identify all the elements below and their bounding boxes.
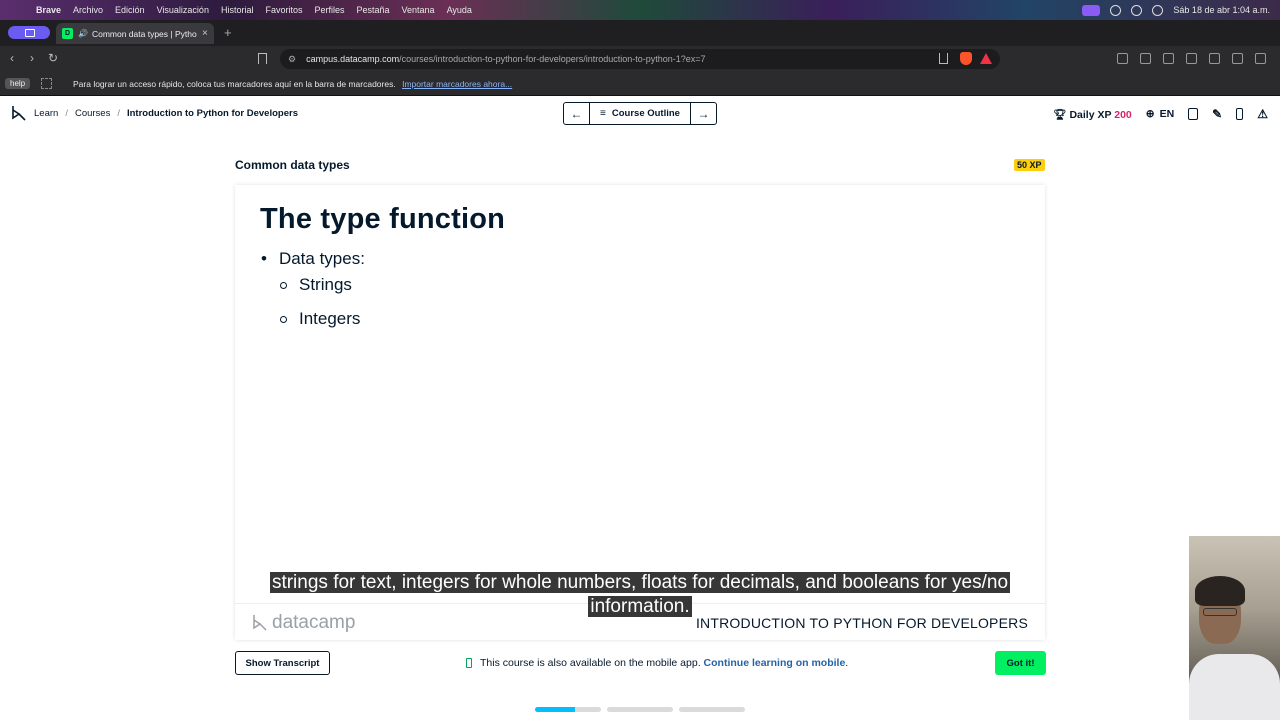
report-issue-icon[interactable]: ⚠ — [1257, 107, 1268, 121]
help-bookmark[interactable]: help — [5, 78, 31, 89]
import-bookmarks-link[interactable]: Importar marcadores ahora... — [402, 79, 512, 89]
mobile-app-message: This course is also available on the mob… — [466, 657, 848, 669]
course-outline-nav: ← ≡ Course Outline → — [563, 102, 717, 125]
speaker-icon[interactable]: 🔊 — [78, 29, 88, 38]
menubar-status: Sáb 18 de abr 1:04 a.m. — [1082, 0, 1270, 20]
menu-ayuda[interactable]: Ayuda — [447, 5, 472, 15]
webcam-overlay — [1189, 536, 1280, 720]
macos-menubar: Brave Archivo Edición Visualización Hist… — [0, 0, 1280, 20]
lesson-title: Common data types — [235, 158, 350, 172]
xp-badge: 50 XP — [1014, 159, 1045, 171]
list-icon: ≡ — [600, 108, 606, 119]
next-exercise-button[interactable]: → — [691, 103, 716, 124]
slide-heading: The type function — [260, 203, 506, 235]
language-label: EN — [1159, 108, 1175, 120]
address-bar[interactable]: ⚙ campus.datacamp.com/courses/introducti… — [280, 49, 1000, 69]
leo-ai-icon[interactable] — [1209, 53, 1220, 64]
edit-icon[interactable]: ✎ — [1212, 107, 1222, 121]
exercise-progress — [535, 707, 745, 712]
phone-icon — [466, 658, 472, 668]
sidebar-icon[interactable] — [1163, 53, 1174, 64]
media-icon[interactable] — [1140, 53, 1151, 64]
browser-tab-strip: D 🔊 Common data types | Pytho × + — [0, 20, 1280, 46]
progress-fill — [535, 707, 575, 712]
datacamp-header: Learn / Courses / Introduction to Python… — [0, 97, 1280, 131]
mobile-icon[interactable] — [1236, 108, 1244, 120]
vpn-icon[interactable] — [1232, 53, 1243, 64]
globe-icon: ⊕ — [1145, 108, 1155, 120]
slides-icon[interactable] — [1188, 108, 1199, 120]
progress-segment — [679, 707, 745, 712]
slide-bullet: • Data types: — [261, 249, 365, 268]
slide-subbullet: Strings — [280, 275, 352, 295]
screen-record-icon[interactable] — [1082, 4, 1101, 16]
share-icon[interactable] — [939, 53, 948, 64]
bookmarks-message: Para lograr un acceso rápido, coloca tus… — [73, 79, 513, 89]
wallet-icon[interactable] — [1117, 53, 1128, 64]
daily-xp[interactable]: 🏆︎ Daily XP 200 — [1053, 108, 1132, 121]
menu-perfiles[interactable]: Perfiles — [314, 5, 344, 15]
trophy-icon: 🏆︎ — [1053, 108, 1067, 121]
menu-ventana[interactable]: Ventana — [402, 5, 435, 15]
menu-historial[interactable]: Historial — [221, 5, 254, 15]
browser-tab-active[interactable]: D 🔊 Common data types | Pytho × — [56, 23, 214, 44]
brave-shields-icon[interactable] — [960, 52, 972, 65]
previous-exercise-button[interactable]: ← — [564, 103, 589, 124]
menubar-datetime[interactable]: Sáb 18 de abr 1:04 a.m. — [1173, 5, 1270, 15]
menu-icon[interactable] — [1255, 53, 1266, 64]
breadcrumb: Learn / Courses / Introduction to Python… — [34, 108, 298, 119]
back-icon[interactable]: ‹ — [10, 51, 14, 65]
siri-icon[interactable] — [1152, 4, 1164, 16]
course-outline-label: Course Outline — [611, 108, 680, 119]
video-subtitle: strings for text, integers for whole num… — [269, 572, 1011, 617]
slide-subbullet: Integers — [280, 309, 360, 329]
extensions-icon[interactable] — [1186, 53, 1197, 64]
progress-segment — [607, 707, 673, 712]
browser-navbar: ‹ › ↻ ⚙ campus.datacamp.com/courses/intr… — [0, 46, 1280, 72]
webcam-person-shirt — [1189, 654, 1280, 720]
continue-mobile-link[interactable]: Continue learning on mobile — [704, 657, 846, 669]
datacamp-logo-icon[interactable] — [10, 104, 28, 122]
menu-brave[interactable]: Brave — [36, 5, 61, 15]
browser-toolbar-right — [1117, 53, 1266, 64]
breadcrumb-learn[interactable]: Learn — [34, 108, 58, 119]
progress-segment — [535, 707, 601, 712]
breadcrumb-courses[interactable]: Courses — [75, 108, 110, 119]
sidebar-toggle-icon[interactable] — [8, 26, 50, 39]
bookmarks-bar: help Para lograr un acceso rápido, coloc… — [0, 72, 1280, 96]
webcam-person-glasses — [1203, 608, 1237, 616]
breadcrumb-separator: / — [117, 108, 120, 119]
close-tab-icon[interactable]: × — [202, 28, 208, 39]
url-text[interactable]: campus.datacamp.com/courses/introduction… — [306, 54, 705, 64]
datacamp-favicon: D — [62, 28, 73, 39]
menu-edicion[interactable]: Edición — [115, 5, 145, 15]
breadcrumb-separator: / — [65, 108, 68, 119]
course-outline-button[interactable]: ≡ Course Outline — [589, 103, 691, 124]
language-selector[interactable]: ⊕ EN — [1146, 108, 1174, 120]
brave-rewards-icon[interactable] — [980, 53, 992, 64]
menu-archivo[interactable]: Archivo — [73, 5, 103, 15]
wifi-icon[interactable] — [1131, 4, 1143, 16]
got-it-button[interactable]: Got it! — [995, 651, 1046, 675]
menu-visualizacion[interactable]: Visualización — [157, 5, 209, 15]
reload-icon[interactable]: ↻ — [48, 51, 58, 65]
menu-pestana[interactable]: Pestaña — [357, 5, 390, 15]
forward-icon[interactable]: › — [30, 51, 34, 65]
site-settings-icon[interactable]: ⚙ — [288, 54, 296, 65]
control-center-icon[interactable] — [1110, 4, 1122, 16]
tab-title: Common data types | Pytho — [91, 28, 197, 39]
apps-grid-icon[interactable] — [41, 78, 52, 89]
show-transcript-button[interactable]: Show Transcript — [235, 651, 330, 675]
new-tab-icon[interactable]: + — [224, 25, 232, 40]
header-right: 🏆︎ Daily XP 200 ⊕ EN ✎ ⚠ — [1053, 107, 1268, 121]
breadcrumb-course[interactable]: Introduction to Python for Developers — [127, 108, 298, 119]
webcam-person-hair — [1195, 576, 1245, 606]
menu-favoritos[interactable]: Favoritos — [265, 5, 302, 15]
bookmark-icon[interactable] — [258, 53, 267, 64]
daily-xp-value: 200 — [1114, 108, 1132, 121]
